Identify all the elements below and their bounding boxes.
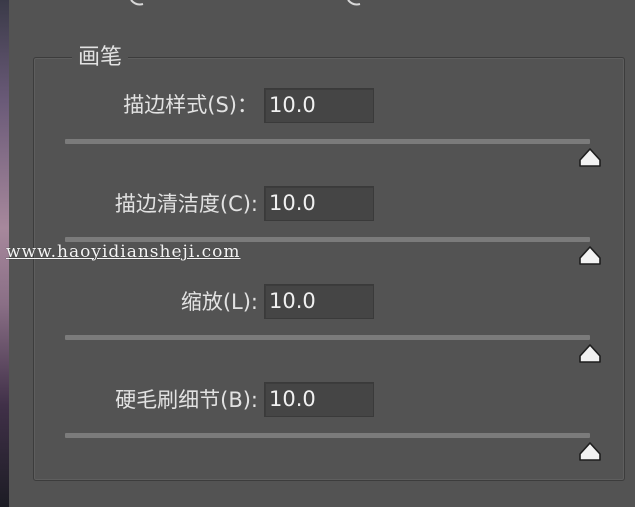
stroke-cleanliness-slider-thumb[interactable]	[578, 246, 602, 266]
scale-slider-track[interactable]	[65, 335, 590, 340]
top-edge-marks	[130, 0, 361, 6]
bristle-detail-slider-thumb[interactable]	[578, 442, 602, 462]
scale-input[interactable]: 10.0	[264, 284, 374, 319]
group-title: 画笔	[72, 44, 129, 72]
stroke-style-slider-track[interactable]	[65, 139, 590, 144]
stroke-style-slider-thumb[interactable]	[578, 148, 602, 168]
stroke-style-input[interactable]: 10.0	[264, 88, 374, 123]
bristle-detail-label: 硬毛刷细节(B):	[115, 388, 258, 412]
scale-label: 缩放(L):	[180, 290, 258, 314]
stroke-cleanliness-input[interactable]: 10.0	[264, 186, 374, 221]
bristle-detail-input[interactable]: 10.0	[264, 382, 374, 417]
watermark-text: www.haoyidiansheji.com	[6, 242, 241, 262]
stroke-cleanliness-label: 描边清洁度(C):	[114, 192, 258, 216]
scale-slider-thumb[interactable]	[578, 344, 602, 364]
bristle-detail-slider-track[interactable]	[65, 433, 590, 438]
stroke-style-label: 描边样式(S)：	[123, 93, 258, 117]
